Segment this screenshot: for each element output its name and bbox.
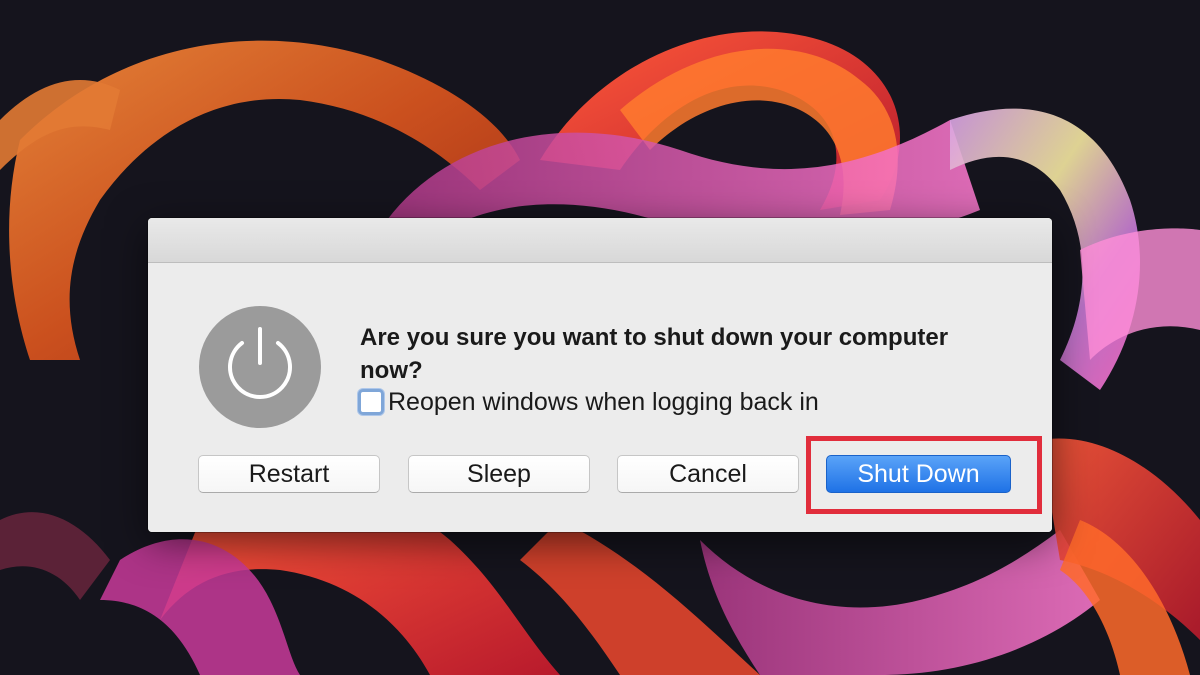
- power-icon: [199, 306, 321, 428]
- dialog-titlebar[interactable]: [148, 218, 1052, 263]
- reopen-windows-option[interactable]: Reopen windows when logging back in: [358, 383, 819, 421]
- reopen-windows-label[interactable]: Reopen windows when logging back in: [388, 388, 819, 417]
- restart-button[interactable]: Restart: [198, 455, 380, 493]
- sleep-button[interactable]: Sleep: [408, 455, 590, 493]
- desktop: Are you sure you want to shut down your …: [0, 0, 1200, 675]
- dialog-message: Are you sure you want to shut down your …: [360, 324, 949, 384]
- shut-down-highlight-box: [806, 436, 1042, 514]
- reopen-windows-checkbox[interactable]: [358, 389, 384, 415]
- cancel-button[interactable]: Cancel: [617, 455, 799, 493]
